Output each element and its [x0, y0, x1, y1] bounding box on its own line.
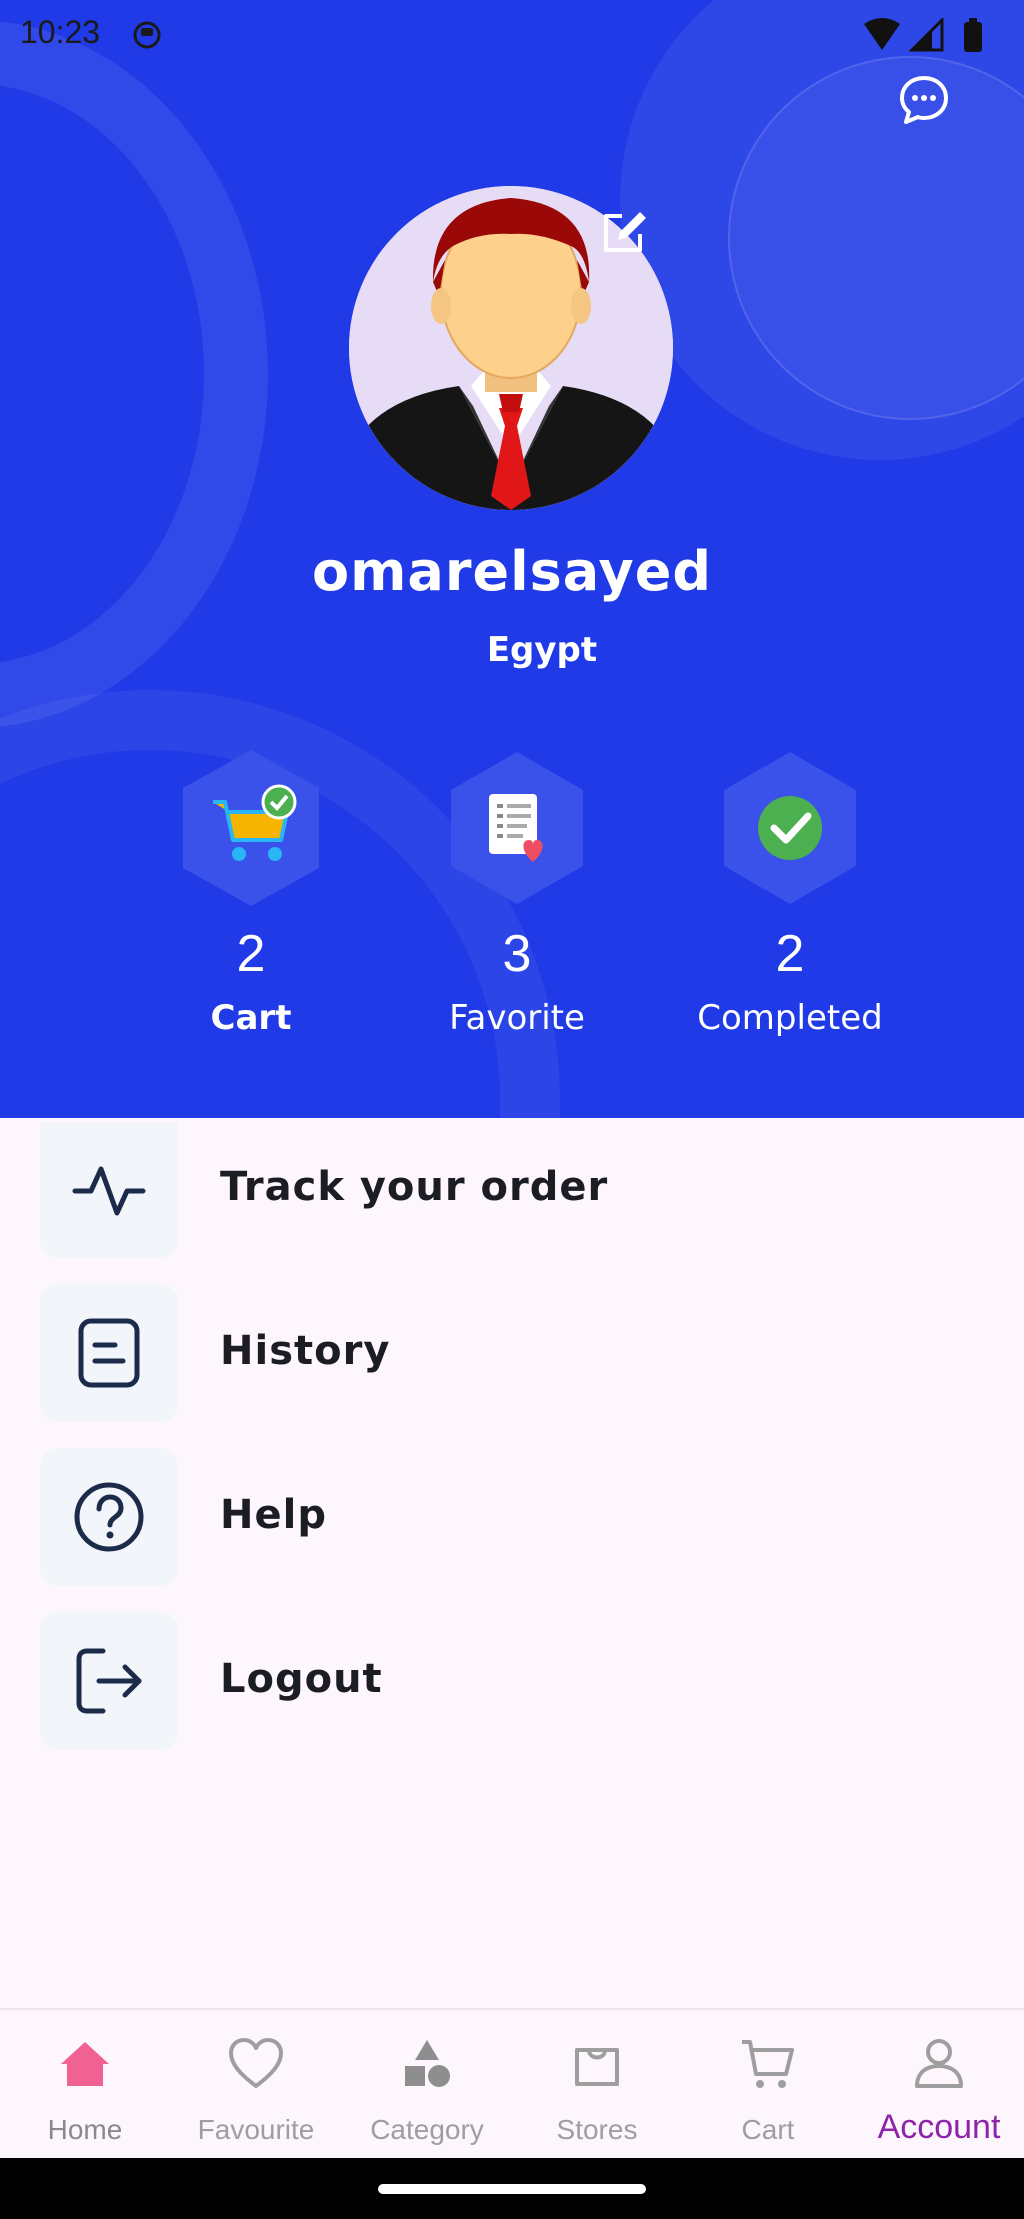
home-icon — [61, 2042, 109, 2086]
menu-label: Track your order — [220, 1164, 609, 1210]
completed-check-icon — [724, 752, 856, 904]
edit-profile-icon[interactable] — [596, 206, 650, 260]
stat-label: Cart — [210, 998, 292, 1038]
nav-favourite[interactable]: Favourite — [171, 2010, 341, 2160]
username: omarelsayed — [312, 540, 712, 603]
menu-item-help[interactable]: Help — [40, 1448, 1000, 1588]
document-icon — [78, 1318, 140, 1388]
stat-value: 2 — [236, 925, 266, 983]
status-time: 10:23 — [20, 14, 101, 50]
activity-icon — [72, 1166, 146, 1216]
nav-label: Category — [370, 2114, 484, 2145]
help-circle-icon — [74, 1482, 144, 1552]
nav-label: Favourite — [197, 2114, 315, 2145]
system-gesture-bar — [0, 2158, 1024, 2219]
category-icon — [405, 2040, 450, 2087]
stat-cart[interactable]: 2 Cart — [121, 748, 381, 1048]
notification-icon — [133, 21, 161, 49]
nav-label: Stores — [556, 2114, 638, 2145]
menu-label: Help — [220, 1492, 327, 1538]
nav-cart[interactable]: Cart — [683, 2010, 853, 2160]
stat-label: Completed — [697, 998, 883, 1038]
profile-header: 10:23 omarelsayed Egypt 2 Cart 3 Favorit… — [0, 0, 1024, 1118]
user-country: Egypt — [486, 630, 598, 670]
stat-label: Favorite — [449, 998, 585, 1038]
nav-label: Home — [47, 2114, 123, 2145]
nav-category[interactable]: Category — [342, 2010, 512, 2160]
system-status-icons — [864, 18, 982, 52]
person-icon — [915, 2039, 963, 2088]
bag-icon — [575, 2048, 619, 2086]
wifi-icon — [864, 18, 900, 50]
stat-favorite[interactable]: 3 Favorite — [387, 748, 647, 1048]
nav-label: Cart — [741, 2114, 795, 2145]
cart-icon — [742, 2040, 794, 2088]
heart-icon — [229, 2038, 283, 2088]
logout-icon — [76, 1648, 142, 1714]
nav-home[interactable]: Home — [0, 2010, 170, 2160]
status-bar: 10:23 — [0, 0, 1024, 72]
menu-item-track-order[interactable]: Track your order — [40, 1120, 1000, 1260]
stat-completed[interactable]: 2 Completed — [660, 748, 920, 1048]
nav-stores[interactable]: Stores — [512, 2010, 682, 2160]
menu-label: History — [220, 1328, 391, 1374]
favorite-list-icon — [451, 752, 583, 904]
decor-circle — [0, 20, 268, 728]
stat-value: 3 — [502, 925, 532, 983]
menu-item-logout[interactable]: Logout — [40, 1612, 1000, 1752]
menu-item-history[interactable]: History — [40, 1284, 1000, 1424]
cart-badge-icon — [183, 750, 319, 906]
battery-icon — [964, 22, 982, 52]
home-gesture-handle[interactable] — [378, 2184, 646, 2194]
nav-account[interactable]: Account — [854, 2010, 1024, 2160]
stat-value: 2 — [775, 925, 805, 983]
bottom-nav: Home Favourite Category Stores Cart Acco… — [0, 2008, 1024, 2160]
nav-label: Account — [877, 2108, 1001, 2146]
menu-label: Logout — [220, 1656, 383, 1702]
chat-icon[interactable] — [896, 72, 952, 128]
